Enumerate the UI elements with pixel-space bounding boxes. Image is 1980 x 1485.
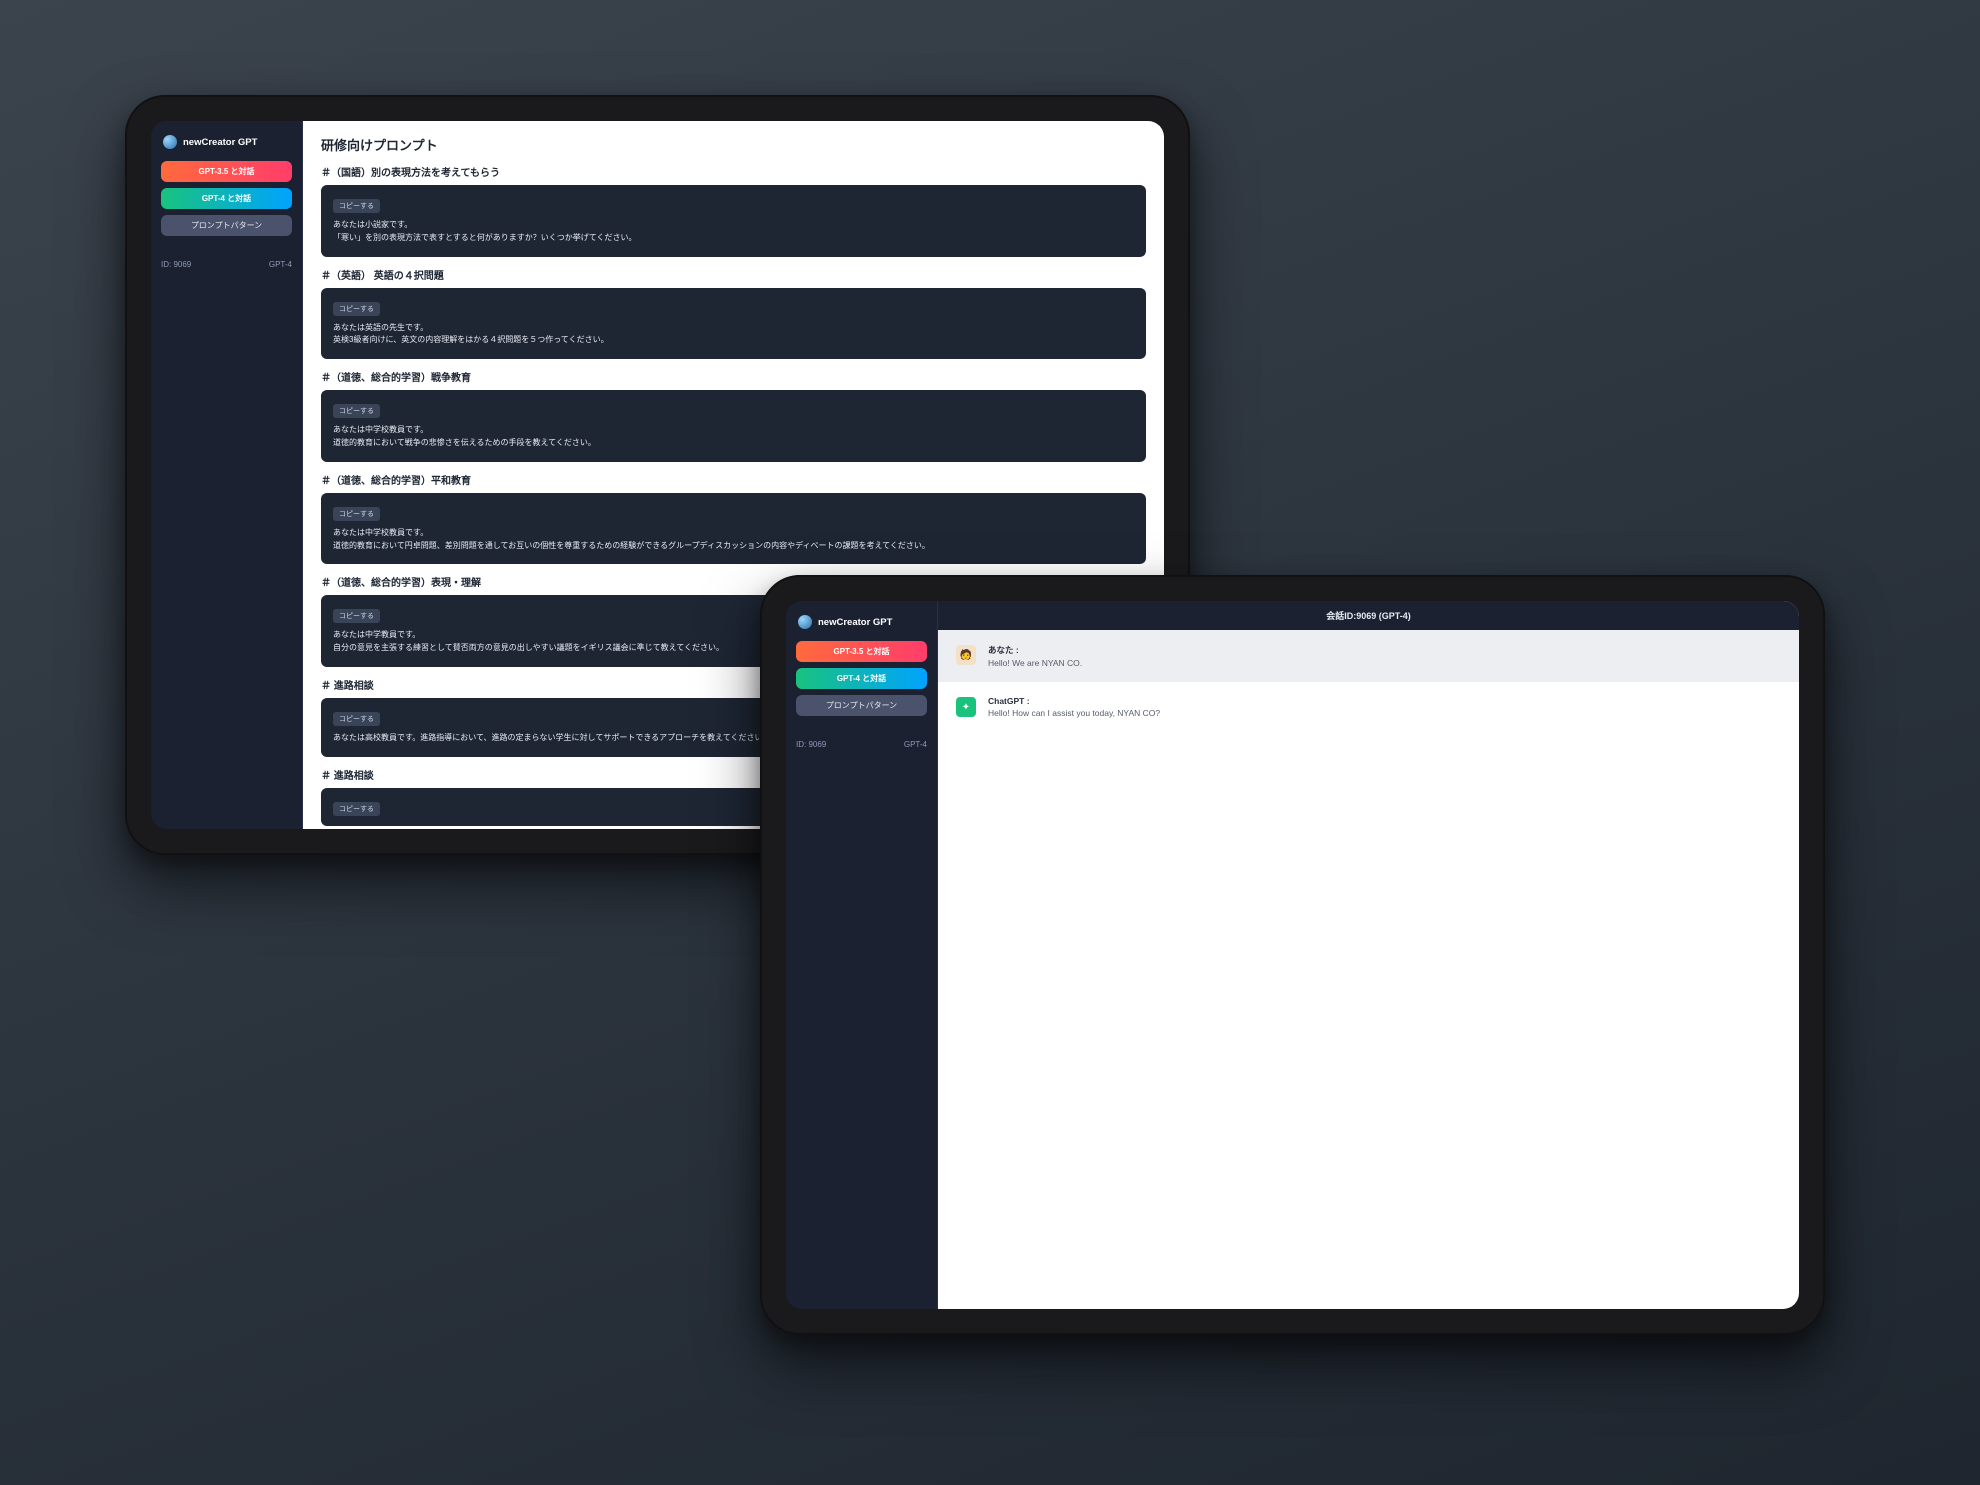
prompt-text: 道徳的教育において戦争の悲惨さを伝えるための手段を教えてください。 (333, 437, 1134, 450)
prompt-card: コピーする あなたは中学校教員です。 道徳的教育において戦争の悲惨さを伝えるため… (321, 390, 1146, 462)
session-info: ID: 9069 GPT-4 (796, 740, 927, 749)
message-user: 🧑 あなた : Hello! We are NYAN CO. (938, 630, 1799, 682)
chat-header: 会話ID:9069 (GPT-4) (938, 601, 1799, 630)
message-text: Hello! How can I assist you today, NYAN … (988, 708, 1160, 718)
chat-main: 会話ID:9069 (GPT-4) 🧑 あなた : Hello! We are … (938, 601, 1799, 1309)
section-title: ＃（国語）別の表現方法を考えてもらう (321, 164, 1146, 179)
prompt-text: 道徳的教育において円卓問題、差別問題を通してお互いの個性を尊重するための経験がで… (333, 540, 1134, 553)
message-content: ChatGPT : Hello! How can I assist you to… (988, 696, 1160, 718)
tablet-front: newCreator GPT GPT-3.5 と対話 GPT-4 と対話 プロン… (760, 575, 1825, 1335)
brand-icon (798, 615, 812, 629)
copy-button[interactable]: コピーする (333, 802, 380, 816)
copy-button[interactable]: コピーする (333, 404, 380, 418)
session-id: ID: 9069 (796, 740, 826, 749)
prompt-text: 英検3級者向けに、英文の内容理解をはかる４択問題を５つ作ってください。 (333, 334, 1134, 347)
brand-name: newCreator GPT (818, 617, 892, 628)
brand-name: newCreator GPT (183, 137, 257, 148)
prompt-section: ＃（道徳、総合的学習）平和教育 コピーする あなたは中学校教員です。 道徳的教育… (321, 472, 1146, 565)
prompt-pattern-button[interactable]: プロンプトパターン (796, 695, 927, 716)
prompt-card: コピーする あなたは小説家です。 「寒い」を別の表現方法で表すとすると何がありま… (321, 185, 1146, 257)
brand: newCreator GPT (796, 615, 927, 629)
session-model: GPT-4 (904, 740, 927, 749)
prompt-section: ＃（英語） 英語の４択問題 コピーする あなたは英語の先生です。 英検3級者向け… (321, 267, 1146, 360)
copy-button[interactable]: コピーする (333, 199, 380, 213)
prompt-text: あなたは英語の先生です。 (333, 322, 1134, 335)
copy-button[interactable]: コピーする (333, 609, 380, 623)
copy-button[interactable]: コピーする (333, 507, 380, 521)
copy-button[interactable]: コピーする (333, 712, 380, 726)
message-author: ChatGPT : (988, 696, 1160, 706)
message-content: あなた : Hello! We are NYAN CO. (988, 644, 1082, 668)
gpt4-button[interactable]: GPT-4 と対話 (161, 188, 292, 209)
sidebar: newCreator GPT GPT-3.5 と対話 GPT-4 と対話 プロン… (151, 121, 303, 829)
message-author: あなた : (988, 644, 1082, 656)
prompt-section: ＃（国語）別の表現方法を考えてもらう コピーする あなたは小説家です。 「寒い」… (321, 164, 1146, 257)
prompt-text: あなたは中学校教員です。 (333, 527, 1134, 540)
section-title: ＃（英語） 英語の４択問題 (321, 267, 1146, 282)
prompt-card: コピーする あなたは中学校教員です。 道徳的教育において円卓問題、差別問題を通し… (321, 493, 1146, 565)
prompt-text: あなたは小説家です。 (333, 219, 1134, 232)
prompt-text: 「寒い」を別の表現方法で表すとすると何がありますか？いくつか挙げてください。 (333, 232, 1134, 245)
user-avatar-icon: 🧑 (956, 645, 976, 665)
brand: newCreator GPT (161, 135, 292, 149)
section-title: ＃（道徳、総合的学習）平和教育 (321, 472, 1146, 487)
section-title: ＃（道徳、総合的学習）戦争教育 (321, 369, 1146, 384)
screen-chat: newCreator GPT GPT-3.5 と対話 GPT-4 と対話 プロン… (786, 601, 1799, 1309)
gpt35-button[interactable]: GPT-3.5 と対話 (161, 161, 292, 182)
session-model: GPT-4 (269, 260, 292, 269)
gpt4-button[interactable]: GPT-4 と対話 (796, 668, 927, 689)
prompt-text: あなたは中学校教員です。 (333, 424, 1134, 437)
prompt-section: ＃（道徳、総合的学習）戦争教育 コピーする あなたは中学校教員です。 道徳的教育… (321, 369, 1146, 462)
prompt-pattern-button[interactable]: プロンプトパターン (161, 215, 292, 236)
gpt35-button[interactable]: GPT-3.5 と対話 (796, 641, 927, 662)
copy-button[interactable]: コピーする (333, 302, 380, 316)
brand-icon (163, 135, 177, 149)
message-text: Hello! We are NYAN CO. (988, 658, 1082, 668)
prompt-card: コピーする あなたは英語の先生です。 英検3級者向けに、英文の内容理解をはかる４… (321, 288, 1146, 360)
sidebar: newCreator GPT GPT-3.5 と対話 GPT-4 と対話 プロン… (786, 601, 938, 1309)
chat-body: 🧑 あなた : Hello! We are NYAN CO. ✦ ChatGPT… (938, 630, 1799, 1309)
bot-avatar-icon: ✦ (956, 697, 976, 717)
page-title: 研修向けプロンプト (321, 135, 1146, 154)
session-info: ID: 9069 GPT-4 (161, 260, 292, 269)
session-id: ID: 9069 (161, 260, 191, 269)
message-bot: ✦ ChatGPT : Hello! How can I assist you … (938, 682, 1799, 732)
